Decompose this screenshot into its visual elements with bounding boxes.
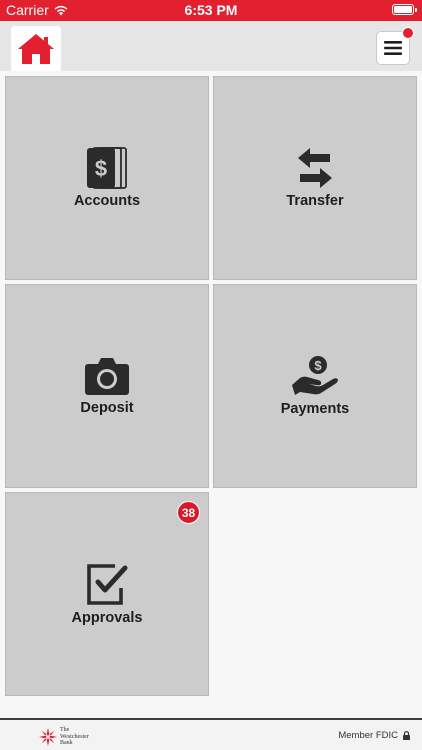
deposit-tile[interactable]: Deposit — [5, 284, 209, 488]
payments-label: Payments — [280, 401, 350, 417]
approvals-badge: 38 — [177, 501, 200, 524]
battery-icon — [392, 4, 417, 15]
status-time: 6:53 PM — [184, 2, 238, 18]
status-bar: Carrier 6:53 PM — [0, 0, 422, 21]
approvals-icon — [87, 564, 128, 605]
svg-text:$: $ — [314, 358, 322, 373]
fdic-notice: Member FDIC — [338, 730, 410, 741]
approvals-label: Approvals — [71, 610, 143, 626]
bank-name: The Westchester Bank — [60, 727, 89, 746]
payments-icon: $ — [292, 356, 338, 395]
menu-button[interactable] — [376, 27, 414, 65]
deposit-label: Deposit — [80, 400, 134, 416]
transfer-label: Transfer — [286, 193, 344, 209]
bank-logo-icon — [39, 727, 57, 746]
accounts-tile[interactable]: $ Accounts — [5, 76, 209, 280]
svg-text:$: $ — [95, 156, 107, 181]
payments-tile[interactable]: $ Payments — [213, 284, 417, 488]
lock-icon — [403, 731, 410, 740]
accounts-label: Accounts — [73, 193, 141, 209]
camera-icon — [85, 358, 129, 395]
home-icon — [18, 33, 54, 64]
nav-bar — [0, 21, 422, 71]
transfer-icon — [298, 148, 332, 188]
approvals-tile[interactable]: 38 Approvals — [5, 492, 209, 696]
transfer-tile[interactable]: Transfer — [213, 76, 417, 280]
home-tab[interactable] — [11, 26, 61, 71]
hamburger-icon — [384, 41, 402, 55]
footer: The Westchester Bank Member FDIC — [0, 718, 422, 750]
notification-dot — [402, 27, 414, 39]
fdic-label: Member FDIC — [338, 730, 398, 741]
bank-logo: The Westchester Bank — [39, 727, 89, 747]
accounts-icon: $ — [87, 147, 127, 189]
